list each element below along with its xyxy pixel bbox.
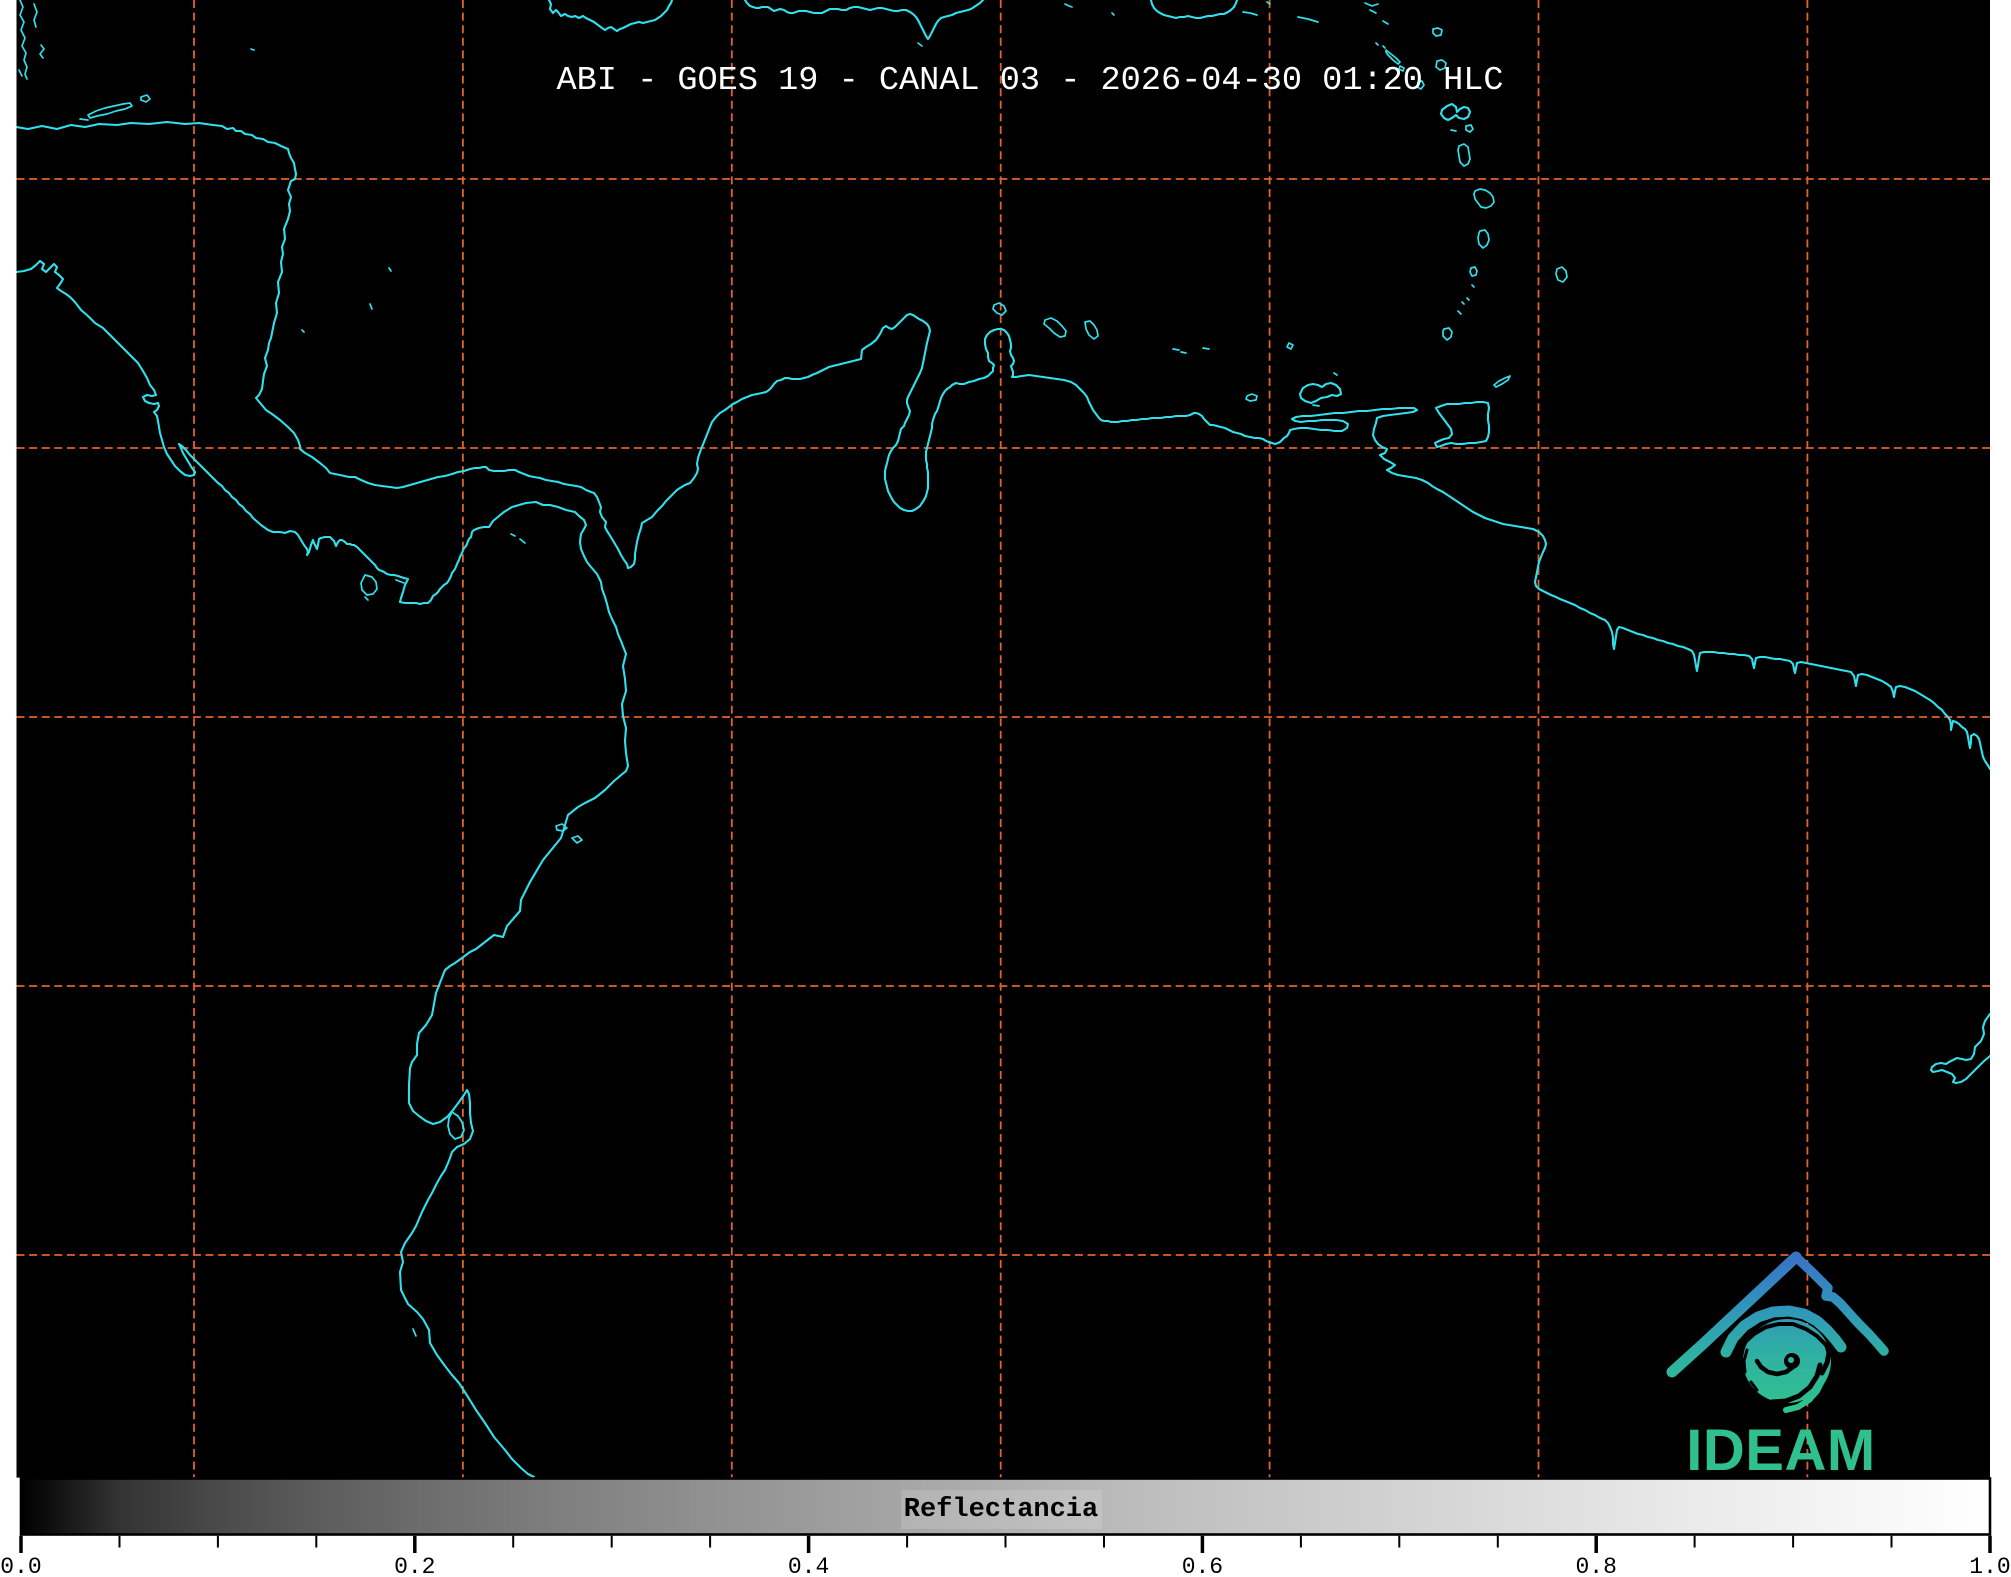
svg-text:Reflectancia: Reflectancia	[904, 1495, 1098, 1525]
svg-text:0.2: 0.2	[394, 1554, 435, 1577]
svg-text:IDEAM: IDEAM	[1686, 1418, 1875, 1483]
svg-text:0.0: 0.0	[0, 1554, 41, 1577]
svg-text:ABI - GOES 19 - CANAL 03 - 202: ABI - GOES 19 - CANAL 03 - 2026-04-30 01…	[556, 62, 1503, 100]
svg-text:0.8: 0.8	[1575, 1554, 1616, 1577]
svg-text:1.0: 1.0	[1969, 1554, 2010, 1577]
svg-text:0.4: 0.4	[788, 1554, 829, 1577]
svg-text:0.6: 0.6	[1182, 1554, 1223, 1577]
